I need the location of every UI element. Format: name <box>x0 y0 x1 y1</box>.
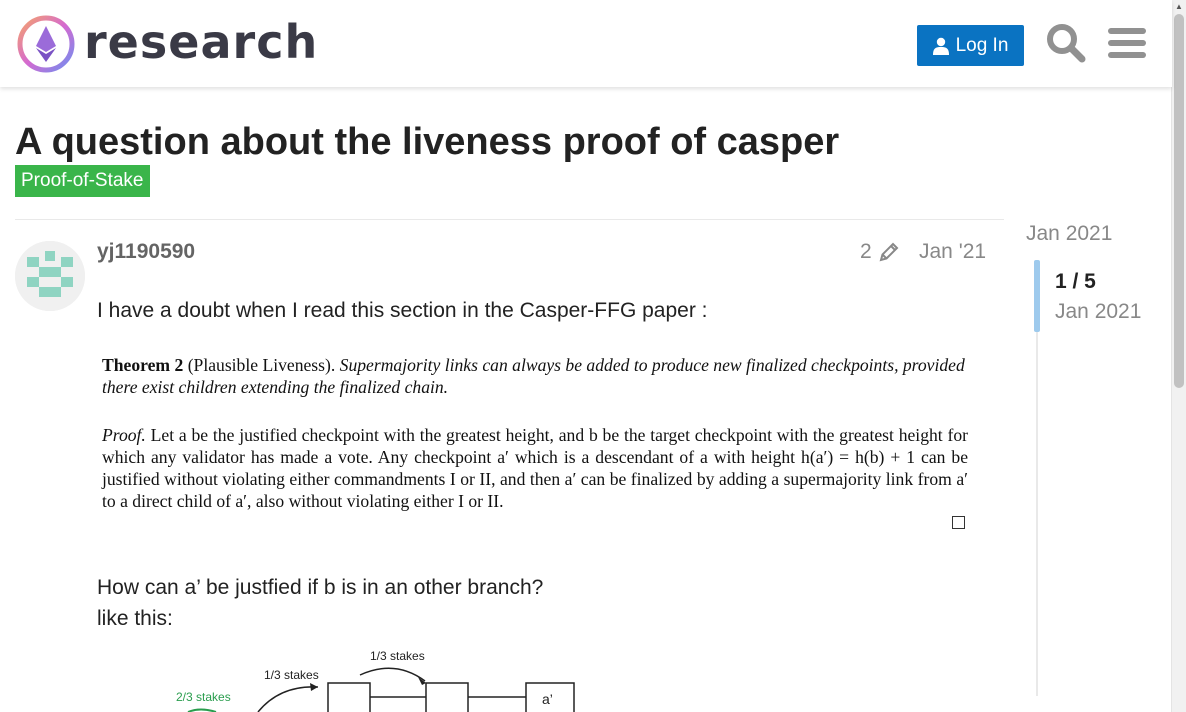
timeline-position-date: Jan 2021 <box>1055 300 1142 323</box>
qed-square-icon <box>952 516 965 529</box>
diagram-label-top: 1/3 stakes <box>370 649 425 663</box>
like-this-text: like this: <box>97 607 173 630</box>
topic-title[interactable]: A question about the liveness proof of c… <box>15 118 839 166</box>
login-label: Log In <box>955 34 1009 56</box>
diagram-label-left: 2/3 stakes <box>176 690 231 704</box>
diagram-label-mid: 1/3 stakes <box>264 668 319 682</box>
diagram-node-1 <box>327 682 371 712</box>
paper-excerpt-image[interactable]: Theorem 2 (Plausible Liveness). Supermaj… <box>97 348 977 538</box>
category-badge[interactable]: Proof-of-Stake <box>15 165 150 197</box>
post-username[interactable]: yj1190590 <box>97 238 195 266</box>
pencil-icon <box>879 242 899 262</box>
user-icon <box>932 37 949 55</box>
site-name[interactable]: research <box>84 14 318 70</box>
timeline-position: 1 / 5 <box>1055 270 1096 293</box>
proof-block: Proof. Let a be the justified checkpoint… <box>102 424 968 512</box>
diagram-node-label: a’ <box>542 691 553 707</box>
logo-icon[interactable] <box>16 14 76 74</box>
theorem-name: (Plausible Liveness). <box>187 355 336 375</box>
post-intro-text: I have a doubt when I read this section … <box>97 299 708 322</box>
identicon-icon <box>15 241 85 311</box>
branch-diagram-image[interactable]: 2/3 stakes 1/3 stakes 1/3 stakes a’ <box>160 645 590 712</box>
theorem-block: Theorem 2 (Plausible Liveness). Supermaj… <box>102 354 972 398</box>
proof-label: Proof. <box>102 425 146 445</box>
login-button[interactable]: Log In <box>917 25 1024 66</box>
scrollbar-thumb[interactable] <box>1174 14 1184 388</box>
timeline-start-date[interactable]: Jan 2021 <box>1026 220 1112 248</box>
diagram-node-2 <box>425 682 469 712</box>
search-icon[interactable] <box>1045 22 1087 64</box>
avatar[interactable] <box>15 241 85 311</box>
site-header: research Log In <box>0 0 1172 87</box>
timeline-handle[interactable] <box>1034 260 1040 332</box>
question-text: How can a’ be justfied if b is in an oth… <box>97 576 544 599</box>
scroll-up-arrow-icon[interactable]: ▲ <box>1174 2 1184 12</box>
topic-timeline: Jan 2021 1 / 5 Jan 2021 <box>1026 220 1166 700</box>
title-divider <box>15 219 1004 220</box>
proof-text: Let a be the justified checkpoint with t… <box>102 425 968 511</box>
edit-history[interactable]: 2 <box>860 238 900 266</box>
edit-count: 2 <box>860 240 872 263</box>
theorem-label: Theorem 2 <box>102 355 184 375</box>
post-date[interactable]: Jan '21 <box>919 238 986 266</box>
hamburger-menu-icon[interactable] <box>1106 22 1148 64</box>
